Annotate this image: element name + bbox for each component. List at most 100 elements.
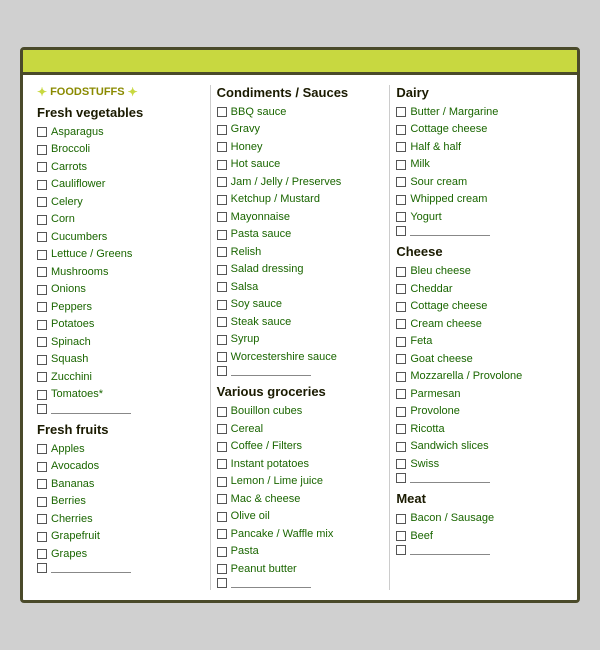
list-item[interactable]: Honey <box>217 139 384 156</box>
list-item[interactable]: Whipped cream <box>396 191 563 208</box>
checkbox-icon[interactable] <box>37 197 47 207</box>
checkbox-icon[interactable] <box>217 547 227 557</box>
list-item[interactable]: Spinach <box>37 334 204 351</box>
checkbox-icon[interactable] <box>396 389 406 399</box>
list-item[interactable]: Peppers <box>37 299 204 316</box>
checkbox-icon[interactable] <box>396 212 406 222</box>
checkbox-icon[interactable] <box>396 125 406 135</box>
checkbox-icon[interactable] <box>396 284 406 294</box>
list-item[interactable]: Sandwich slices <box>396 438 563 455</box>
list-item[interactable]: Carrots <box>37 159 204 176</box>
checkbox-icon[interactable] <box>37 250 47 260</box>
list-item[interactable]: Cream cheese <box>396 316 563 333</box>
checkbox-icon[interactable] <box>217 195 227 205</box>
checkbox-icon[interactable] <box>396 372 406 382</box>
list-item[interactable]: Gravy <box>217 121 384 138</box>
list-item[interactable]: Relish <box>217 244 384 261</box>
list-item[interactable]: Cottage cheese <box>396 298 563 315</box>
checkbox-blank[interactable] <box>396 473 406 483</box>
list-item[interactable]: Apples <box>37 441 204 458</box>
list-item[interactable]: Mushrooms <box>37 264 204 281</box>
list-item[interactable]: Bouillon cubes <box>217 403 384 420</box>
list-item[interactable]: Cheddar <box>396 281 563 298</box>
checkbox-icon[interactable] <box>37 479 47 489</box>
list-item[interactable]: Swiss <box>396 456 563 473</box>
list-item[interactable]: Grapes <box>37 546 204 563</box>
list-item[interactable]: Cucumbers <box>37 229 204 246</box>
checkbox-icon[interactable] <box>217 265 227 275</box>
checkbox-blank[interactable] <box>37 563 47 573</box>
checkbox-blank[interactable] <box>396 545 406 555</box>
checkbox-icon[interactable] <box>217 177 227 187</box>
checkbox-icon[interactable] <box>37 372 47 382</box>
checkbox-icon[interactable] <box>37 444 47 454</box>
checkbox-blank[interactable] <box>217 578 227 588</box>
list-item[interactable]: Parmesan <box>396 386 563 403</box>
checkbox-icon[interactable] <box>37 180 47 190</box>
checkbox-icon[interactable] <box>396 177 406 187</box>
checkbox-icon[interactable] <box>396 354 406 364</box>
checkbox-icon[interactable] <box>217 512 227 522</box>
checkbox-icon[interactable] <box>37 162 47 172</box>
checkbox-icon[interactable] <box>37 462 47 472</box>
checkbox-icon[interactable] <box>396 319 406 329</box>
list-item[interactable]: Soy sauce <box>217 296 384 313</box>
checkbox-icon[interactable] <box>37 549 47 559</box>
checkbox-icon[interactable] <box>396 195 406 205</box>
checkbox-icon[interactable] <box>37 497 47 507</box>
list-item[interactable]: Asparagus <box>37 124 204 141</box>
list-item[interactable]: Cereal <box>217 421 384 438</box>
checkbox-icon[interactable] <box>217 282 227 292</box>
checkbox-icon[interactable] <box>37 215 47 225</box>
list-item[interactable]: Cottage cheese <box>396 121 563 138</box>
checkbox-icon[interactable] <box>217 317 227 327</box>
list-item[interactable]: Milk <box>396 156 563 173</box>
list-item[interactable]: Salsa <box>217 279 384 296</box>
list-item[interactable]: Ricotta <box>396 421 563 438</box>
checkbox-icon[interactable] <box>217 107 227 117</box>
checkbox-icon[interactable] <box>217 494 227 504</box>
list-item[interactable]: Sour cream <box>396 174 563 191</box>
list-item[interactable]: Beef <box>396 528 563 545</box>
list-item[interactable]: Grapefruit <box>37 528 204 545</box>
list-item[interactable]: Cherries <box>37 511 204 528</box>
list-item[interactable]: Corn <box>37 211 204 228</box>
list-item[interactable]: Bleu cheese <box>396 263 563 280</box>
checkbox-icon[interactable] <box>217 442 227 452</box>
checkbox-blank[interactable] <box>217 366 227 376</box>
list-item[interactable]: Bacon / Sausage <box>396 510 563 527</box>
checkbox-icon[interactable] <box>396 337 406 347</box>
checkbox-blank[interactable] <box>396 226 406 236</box>
checkbox-icon[interactable] <box>217 407 227 417</box>
list-item[interactable]: Half & half <box>396 139 563 156</box>
list-item[interactable]: BBQ sauce <box>217 104 384 121</box>
list-item[interactable]: Mac & cheese <box>217 491 384 508</box>
checkbox-icon[interactable] <box>217 247 227 257</box>
checkbox-icon[interactable] <box>37 302 47 312</box>
checkbox-icon[interactable] <box>396 107 406 117</box>
list-item[interactable]: Mozzarella / Provolone <box>396 368 563 385</box>
checkbox-icon[interactable] <box>37 145 47 155</box>
checkbox-icon[interactable] <box>37 232 47 242</box>
checkbox-icon[interactable] <box>37 127 47 137</box>
checkbox-icon[interactable] <box>396 424 406 434</box>
checkbox-icon[interactable] <box>396 267 406 277</box>
checkbox-icon[interactable] <box>217 529 227 539</box>
checkbox-icon[interactable] <box>37 320 47 330</box>
list-item[interactable]: Yogurt <box>396 209 563 226</box>
checkbox-icon[interactable] <box>217 160 227 170</box>
checkbox-icon[interactable] <box>37 514 47 524</box>
checkbox-icon[interactable] <box>217 300 227 310</box>
checkbox-icon[interactable] <box>217 335 227 345</box>
checkbox-icon[interactable] <box>396 142 406 152</box>
checkbox-icon[interactable] <box>37 532 47 542</box>
list-item[interactable]: Butter / Margarine <box>396 104 563 121</box>
list-item[interactable]: Hot sauce <box>217 156 384 173</box>
checkbox-icon[interactable] <box>37 390 47 400</box>
checkbox-icon[interactable] <box>37 267 47 277</box>
checkbox-icon[interactable] <box>396 407 406 417</box>
list-item[interactable]: Syrup <box>217 331 384 348</box>
list-item[interactable]: Onions <box>37 281 204 298</box>
checkbox-icon[interactable] <box>217 459 227 469</box>
list-item[interactable]: Lettuce / Greens <box>37 246 204 263</box>
